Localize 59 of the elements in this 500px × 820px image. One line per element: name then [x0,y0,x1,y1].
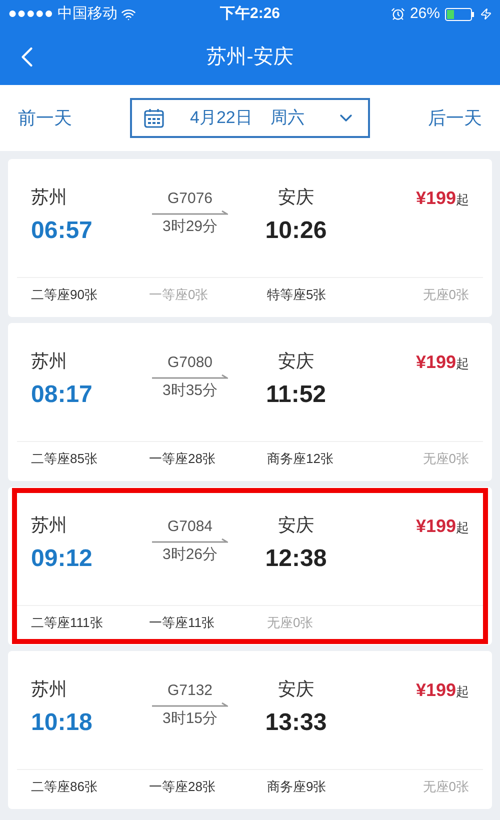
train-number: G7084 [167,517,213,537]
arrival-station: 安庆 [278,186,314,209]
alarm-icon [390,7,405,21]
train-number: G7080 [167,353,213,373]
carrier: ●●●●● 中国移动 [8,4,118,24]
seat-availability: 二等座85张 [31,450,98,466]
seat-availability: 商务座12张 [267,450,334,468]
departure-station: 苏州 [31,350,68,373]
train-card[interactable]: 苏州 06:57 G7076 3时29分 安庆 10:26 ¥199起 二等座90张 一等座0张 特等座5张 无座0张 [8,159,492,317]
arrival-station: 安庆 [278,350,314,373]
battery-percent: 26% [410,4,440,24]
seat-availability: 二等座111张 [31,614,103,630]
departure-time: 09:12 [31,544,94,574]
seat-availability: 无座0张 [422,286,469,304]
arrival-time: 12:38 [265,544,327,574]
departure-time: 10:18 [31,708,94,738]
departure-time: 08:17 [31,380,94,410]
battery-icon [445,8,475,20]
duration: 3时35分 [162,381,218,401]
duration: 3时26分 [162,545,218,565]
arrival-time: 13:33 [265,708,327,738]
page-title: 苏州-安庆 [206,44,294,70]
seat-availability: 商务座9张 [267,778,326,796]
price: ¥199起 [416,187,469,210]
seat-availability: 二等座90张 [31,286,98,302]
seat-availability: 无座0张 [422,778,469,796]
arrival-station: 安庆 [278,514,314,537]
seat-availability: 一等座28张 [149,778,216,796]
seat-availability: 二等座86张 [31,778,98,794]
calendar-icon [144,108,164,128]
train-number: G7132 [167,681,213,701]
arrival-time: 11:52 [266,380,326,410]
arrival-time: 10:26 [265,216,327,246]
train-card[interactable]: 苏州 10:18 G7132 3时15分 安庆 13:33 ¥199起 二等座86张 一等座28张 商务座9张 无座0张 [8,651,492,809]
train-card[interactable]: 苏州 09:12 G7084 3时26分 安庆 12:38 ¥199起 二等座111张 一等座11张 无座0张 [8,487,492,645]
duration: 3时29分 [162,217,218,237]
price: ¥199起 [416,679,469,702]
date-picker[interactable]: 4月22日 周六 [130,98,370,138]
charging-icon [480,8,492,20]
seat-availability: 特等座5张 [267,286,326,304]
previous-day-button[interactable]: 前一天 [18,104,72,132]
departure-time: 06:57 [31,216,94,246]
seat-availability: 一等座0张 [149,286,208,304]
duration: 3时15分 [162,709,218,729]
departure-station: 苏州 [31,678,68,701]
seat-availability: 无座0张 [422,450,469,468]
train-card[interactable]: 苏州 08:17 G7080 3时35分 安庆 11:52 ¥199起 二等座85张 一等座28张 商务座12张 无座0张 [8,323,492,481]
departure-station: 苏州 [31,186,68,209]
price: ¥199起 [416,515,469,538]
status-time: 下午2:26 [220,4,280,24]
arrival-station: 安庆 [278,678,314,701]
departure-station: 苏州 [31,514,68,537]
seat-availability: 一等座28张 [149,450,216,468]
seat-availability: 一等座11张 [149,614,214,632]
train-number: G7076 [167,189,213,209]
price: ¥199起 [416,351,469,374]
wifi-icon [121,6,136,22]
seat-availability: 无座0张 [267,614,314,632]
next-day-button[interactable]: 后一天 [428,104,482,132]
